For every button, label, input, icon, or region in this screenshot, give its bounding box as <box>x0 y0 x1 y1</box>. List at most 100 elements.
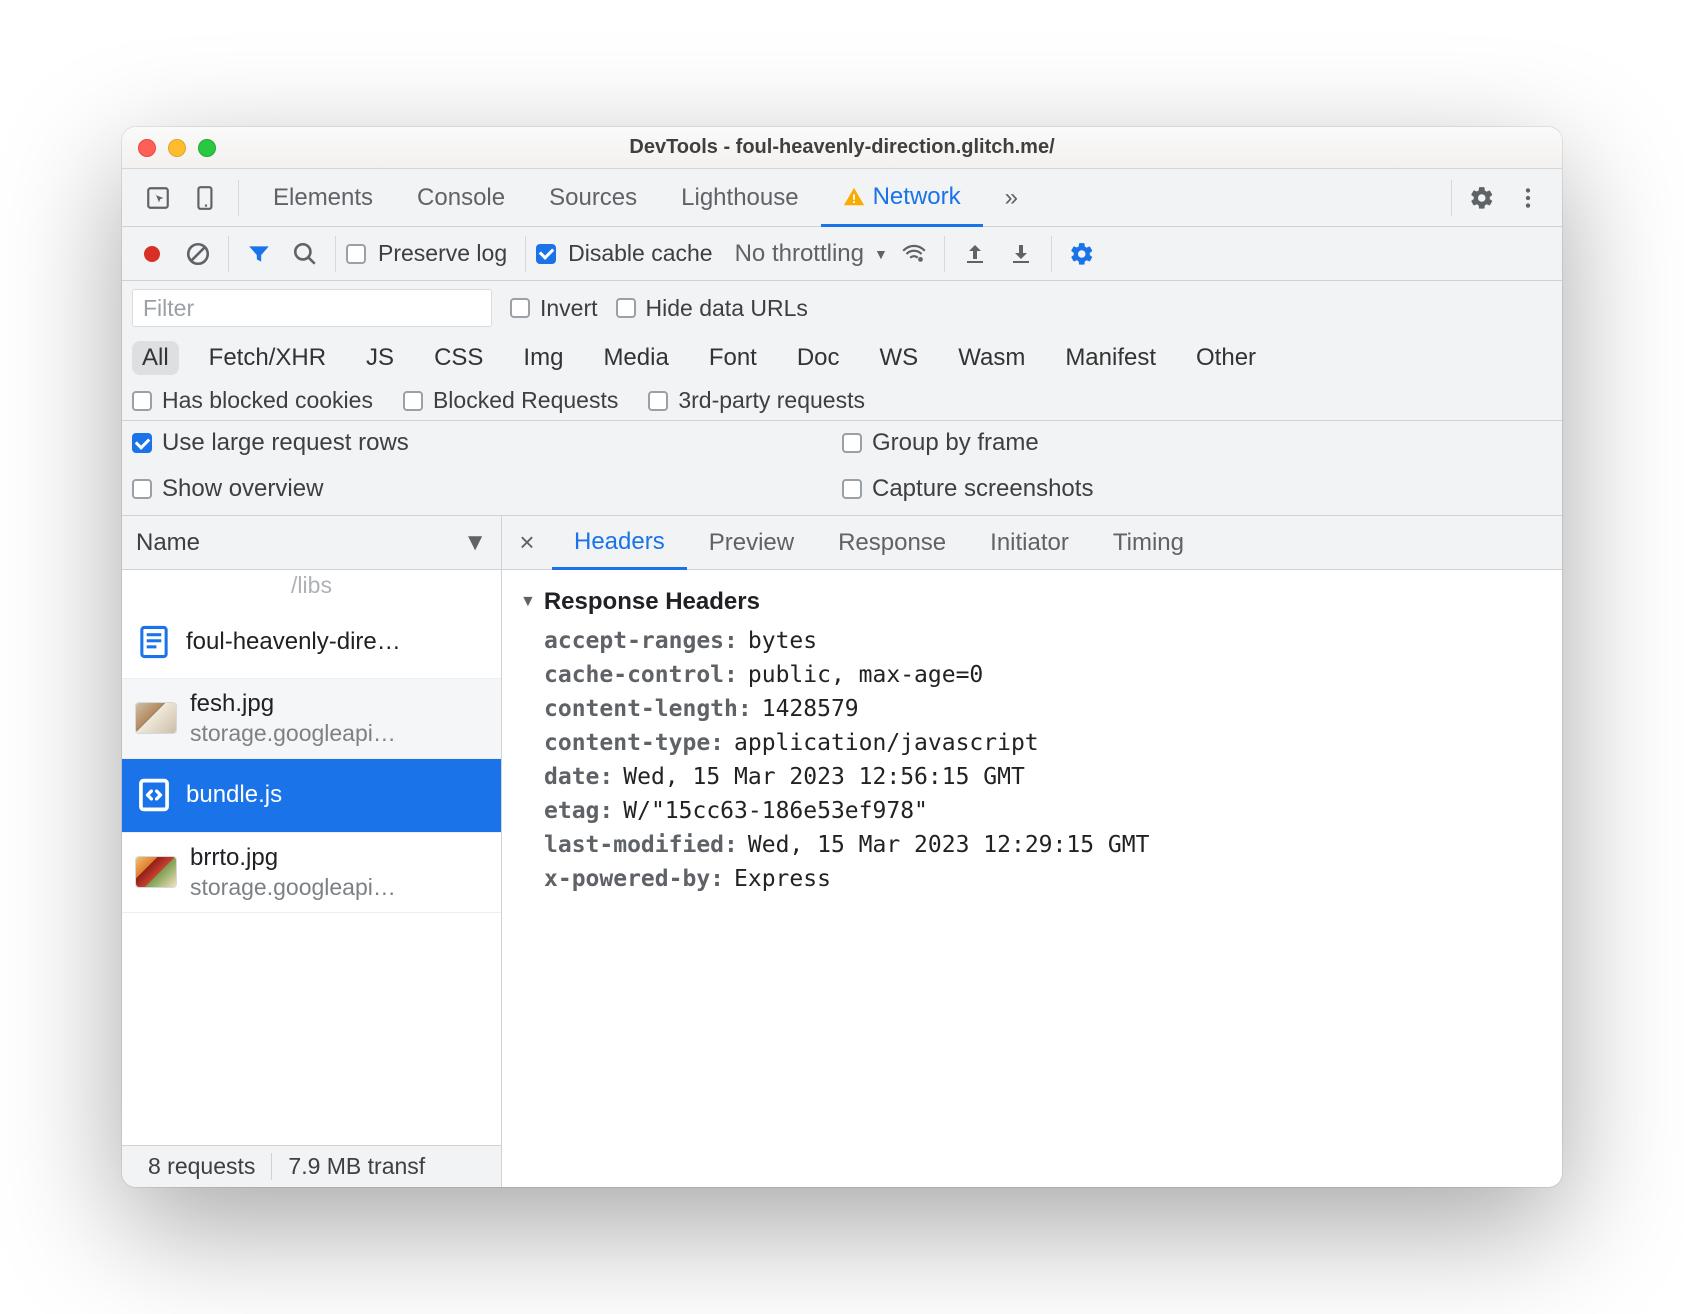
large-rows-row[interactable]: Use large request rows <box>132 429 842 457</box>
resource-type-filter: All Fetch/XHR JS CSS Img Media Font Doc … <box>122 335 1562 381</box>
request-row[interactable]: foul-heavenly-dire… <box>122 605 501 679</box>
header-key: cache-control: <box>544 662 738 688</box>
type-manifest[interactable]: Manifest <box>1055 341 1166 375</box>
separator <box>228 236 229 272</box>
preserve-log-checkbox[interactable] <box>346 244 366 264</box>
view-options: Use large request rows Show overview Gro… <box>122 421 1562 515</box>
warning-icon <box>843 186 865 208</box>
type-fetch-xhr[interactable]: Fetch/XHR <box>199 341 336 375</box>
image-thumb-icon <box>136 857 176 887</box>
third-party-checkbox[interactable] <box>648 391 668 411</box>
header-line: date:Wed, 15 Mar 2023 12:56:15 GMT <box>544 764 1544 790</box>
tabs-overflow[interactable]: » <box>983 169 1040 226</box>
tab-lighthouse[interactable]: Lighthouse <box>659 169 820 226</box>
requests-list[interactable]: /libs foul-heavenly-dire… fesh.jpg stora… <box>122 570 501 1145</box>
header-line: content-type:application/javascript <box>544 730 1544 756</box>
network-toolbar: Preserve log Disable cache No throttling… <box>122 227 1562 281</box>
tab-timing[interactable]: Timing <box>1091 516 1206 569</box>
network-settings-icon[interactable] <box>1062 234 1102 274</box>
type-other[interactable]: Other <box>1186 341 1266 375</box>
panel-tabs: Elements Console Sources Lighthouse Netw… <box>122 169 1562 227</box>
invert-checkbox-row[interactable]: Invert <box>510 295 598 322</box>
type-ws[interactable]: WS <box>870 341 929 375</box>
details-tabs: × Headers Preview Response Initiator Tim… <box>502 516 1562 570</box>
separator <box>944 236 945 272</box>
tab-headers[interactable]: Headers <box>552 516 687 570</box>
type-js[interactable]: JS <box>356 341 404 375</box>
network-split: Name ▼ /libs foul-heavenly-dire… f <box>122 515 1562 1187</box>
tab-console[interactable]: Console <box>395 169 527 226</box>
group-by-frame-checkbox[interactable] <box>842 433 862 453</box>
ghost-row: /libs <box>122 570 501 605</box>
hide-data-urls-checkbox[interactable] <box>616 298 636 318</box>
separator <box>525 236 526 272</box>
settings-icon[interactable] <box>1462 178 1502 218</box>
blocked-cookies-row[interactable]: Has blocked cookies <box>132 387 373 414</box>
download-har-icon[interactable] <box>1001 234 1041 274</box>
extra-filters: Has blocked cookies Blocked Requests 3rd… <box>122 381 1562 420</box>
headers-body[interactable]: ▼ Response Headers accept-ranges:bytes ca… <box>502 570 1562 1187</box>
group-by-frame-row[interactable]: Group by frame <box>842 429 1552 457</box>
disclosure-icon[interactable]: ▼ <box>520 593 536 611</box>
inspect-element-icon[interactable] <box>138 178 178 218</box>
sort-icon[interactable]: ▼ <box>463 529 487 557</box>
tab-network-label: Network <box>873 183 961 211</box>
more-icon[interactable] <box>1508 178 1548 218</box>
request-row[interactable]: bundle.js <box>122 759 501 833</box>
show-overview-checkbox[interactable] <box>132 479 152 499</box>
header-line: last-modified:Wed, 15 Mar 2023 12:29:15 … <box>544 832 1544 858</box>
filter-input[interactable]: Filter <box>132 289 492 327</box>
device-toolbar-icon[interactable] <box>186 178 226 218</box>
disable-cache-checkbox[interactable] <box>536 244 556 264</box>
requests-header[interactable]: Name ▼ <box>122 516 501 570</box>
tab-initiator[interactable]: Initiator <box>968 516 1091 569</box>
type-media[interactable]: Media <box>593 341 678 375</box>
header-key: accept-ranges: <box>544 628 738 654</box>
type-css[interactable]: CSS <box>424 341 493 375</box>
request-row[interactable]: brrto.jpg storage.googleapi… <box>122 833 501 913</box>
throttling-select[interactable]: No throttling ▼ <box>735 240 888 268</box>
type-doc[interactable]: Doc <box>787 341 850 375</box>
header-line: x-powered-by:Express <box>544 866 1544 892</box>
filter-icon[interactable] <box>239 234 279 274</box>
tab-preview[interactable]: Preview <box>687 516 816 569</box>
capture-screenshots-checkbox[interactable] <box>842 479 862 499</box>
hide-data-urls-row[interactable]: Hide data URLs <box>616 295 808 322</box>
header-value: Wed, 15 Mar 2023 12:56:15 GMT <box>623 764 1025 790</box>
tab-sources[interactable]: Sources <box>527 169 659 226</box>
header-value: public, max-age=0 <box>748 662 983 688</box>
header-value: W/"15cc63-186e53ef978" <box>623 798 928 824</box>
tab-elements[interactable]: Elements <box>251 169 395 226</box>
close-details-icon[interactable]: × <box>502 516 552 569</box>
group-by-frame-label: Group by frame <box>872 429 1039 457</box>
header-line: accept-ranges:bytes <box>544 628 1544 654</box>
type-all[interactable]: All <box>132 341 179 375</box>
request-row[interactable]: fesh.jpg storage.googleapi… <box>122 679 501 759</box>
record-icon[interactable] <box>132 234 172 274</box>
header-line: cache-control: public, max-age=0 <box>544 662 1544 688</box>
search-icon[interactable] <box>285 234 325 274</box>
large-rows-checkbox[interactable] <box>132 433 152 453</box>
upload-har-icon[interactable] <box>955 234 995 274</box>
tab-response[interactable]: Response <box>816 516 968 569</box>
tab-network[interactable]: Network <box>821 169 983 227</box>
type-wasm[interactable]: Wasm <box>948 341 1035 375</box>
third-party-label: 3rd-party requests <box>678 387 865 414</box>
type-img[interactable]: Img <box>513 341 573 375</box>
response-headers-section[interactable]: ▼ Response Headers <box>520 588 1544 616</box>
throttling-label: No throttling <box>735 240 864 268</box>
type-font[interactable]: Font <box>699 341 767 375</box>
blocked-requests-row[interactable]: Blocked Requests <box>403 387 618 414</box>
blocked-requests-checkbox[interactable] <box>403 391 423 411</box>
third-party-row[interactable]: 3rd-party requests <box>648 387 865 414</box>
status-transfer: 7.9 MB transf <box>272 1153 441 1180</box>
invert-checkbox[interactable] <box>510 298 530 318</box>
capture-screenshots-row[interactable]: Capture screenshots <box>842 475 1552 503</box>
clear-icon[interactable] <box>178 234 218 274</box>
show-overview-row[interactable]: Show overview <box>132 475 842 503</box>
disable-cache-label: Disable cache <box>568 240 712 267</box>
network-conditions-icon[interactable] <box>894 234 934 274</box>
header-value: Wed, 15 Mar 2023 12:29:15 GMT <box>748 832 1150 858</box>
requests-panel: Name ▼ /libs foul-heavenly-dire… f <box>122 516 502 1187</box>
blocked-cookies-checkbox[interactable] <box>132 391 152 411</box>
